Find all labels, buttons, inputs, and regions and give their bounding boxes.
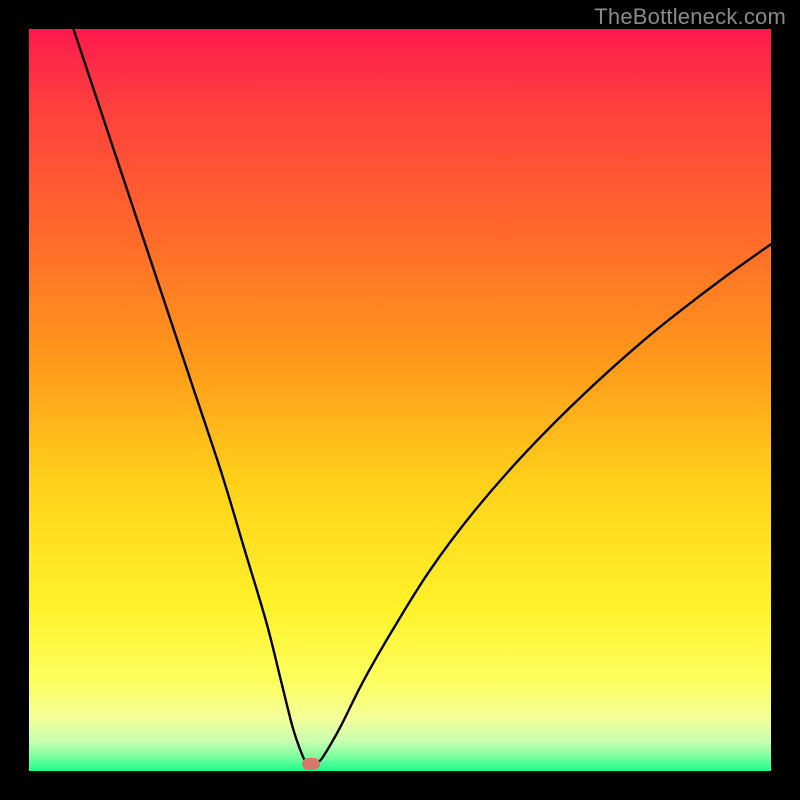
chart-frame: TheBottleneck.com — [0, 0, 800, 800]
bottleneck-curve — [29, 29, 771, 771]
plot-area — [29, 29, 771, 771]
optimal-point-marker — [302, 758, 320, 770]
watermark-text: TheBottleneck.com — [594, 4, 786, 30]
